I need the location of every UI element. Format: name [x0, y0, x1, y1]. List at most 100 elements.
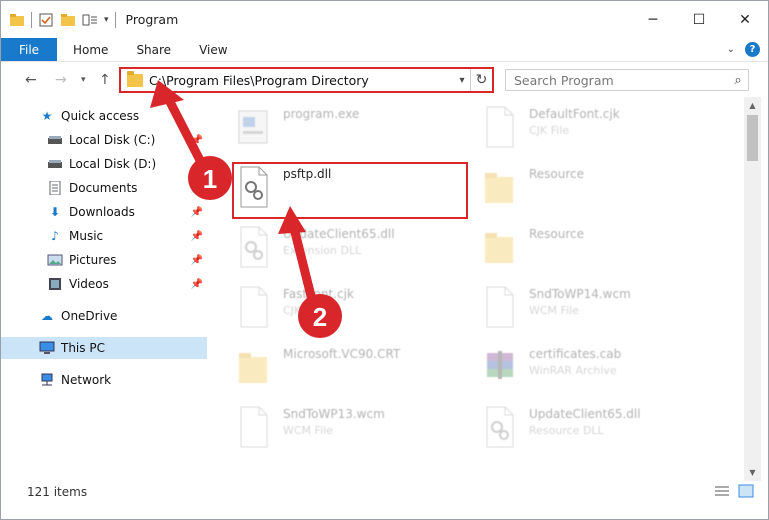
nav-label: Local Disk (D:): [69, 157, 157, 171]
nav-label: Quick access: [61, 109, 140, 123]
large-icons-view-icon[interactable]: [738, 484, 754, 498]
recent-locations-icon[interactable]: ▾: [81, 75, 86, 85]
music-icon: ♪: [51, 229, 59, 243]
file-name: FastFont.cjk: [283, 287, 354, 301]
explorer-window: ▾ Program ─ ☐ ✕ File Home Share View ⌄ ?…: [0, 0, 769, 520]
dll-file-icon: [235, 225, 271, 269]
file-type: Extension DLL: [283, 244, 362, 257]
file-type: WCM File: [529, 304, 579, 317]
title-bar: ▾ Program ─ ☐ ✕: [1, 1, 768, 38]
nav-item-this-pc[interactable]: This PC: [1, 337, 207, 359]
scroll-up-icon[interactable]: ▲: [744, 97, 761, 114]
nav-label: Videos: [69, 277, 109, 291]
details-view-icon[interactable]: [714, 484, 730, 498]
file-name: SndToWP14.wcm: [529, 287, 631, 301]
vertical-scrollbar[interactable]: ▲ ▼: [744, 97, 761, 481]
new-folder-icon[interactable]: [60, 12, 76, 28]
nav-label: Pictures: [69, 253, 117, 267]
cloud-icon: ☁: [41, 309, 53, 323]
help-icon[interactable]: ?: [745, 42, 760, 57]
nav-item-local-disk-c[interactable]: Local Disk (C:) 📌: [1, 129, 207, 151]
maximize-button[interactable]: ☐: [676, 1, 722, 38]
folder-file-icon: [235, 345, 271, 389]
nav-item-documents[interactable]: Documents 📌: [1, 177, 207, 199]
back-arrow-icon[interactable]: ←: [25, 72, 37, 88]
file-item[interactable]: UpdateClient65.dll Resource DLL: [467, 397, 707, 453]
close-button[interactable]: ✕: [722, 1, 768, 38]
expand-ribbon-icon[interactable]: ⌄: [727, 44, 735, 55]
file-type: WinRAR Archive: [529, 364, 617, 377]
ribbon-right: ⌄ ?: [727, 42, 760, 57]
forward-arrow-icon[interactable]: →: [55, 72, 67, 88]
doc-file-icon: [235, 405, 271, 449]
file-item[interactable]: SndToWP14.wcm WCM File: [467, 277, 707, 333]
nav-item-downloads[interactable]: ⬇ Downloads 📌: [1, 201, 207, 223]
nav-item-pictures[interactable]: Pictures 📌: [1, 249, 207, 271]
dll-file-icon: [481, 405, 517, 449]
pin-icon: 📌: [190, 206, 203, 218]
file-name: DefaultFont.cjk: [529, 107, 620, 121]
file-item[interactable]: certificates.cab WinRAR Archive: [467, 337, 707, 393]
tab-share[interactable]: Share: [122, 38, 185, 61]
search-box[interactable]: Search Program ⌕: [505, 69, 749, 91]
search-icon[interactable]: ⌕: [728, 73, 748, 88]
pictures-icon: [47, 254, 63, 266]
search-input[interactable]: Search Program: [506, 73, 728, 88]
file-name: program.exe: [283, 107, 360, 121]
file-item[interactable]: DefaultFont.cjk CJK File: [467, 97, 707, 153]
doc-file-icon: [481, 105, 517, 149]
pin-icon: 📌: [190, 278, 203, 290]
file-name: Resource: [529, 167, 585, 181]
address-bar[interactable]: C:\Program Files\Program Directory ▾ ↻: [119, 67, 494, 93]
up-arrow-icon[interactable]: ↑: [99, 72, 111, 88]
file-name: certificates.cab: [529, 347, 622, 361]
pin-icon: 📌: [190, 134, 203, 146]
nav-item-videos[interactable]: Videos 📌: [1, 273, 207, 295]
address-path[interactable]: C:\Program Files\Program Directory: [149, 73, 454, 88]
download-icon: ⬇: [49, 205, 61, 219]
file-item[interactable]: FastFont.cjk CJK File: [221, 277, 461, 333]
chevron-down-icon[interactable]: ▾: [104, 15, 109, 25]
file-list: program.exe DefaultFont.cjk CJK File psftp.…: [221, 97, 743, 479]
properties-icon[interactable]: [38, 12, 54, 28]
scroll-down-icon[interactable]: ▼: [744, 464, 761, 481]
pin-icon: 📌: [190, 182, 203, 194]
nav-item-network[interactable]: Network: [1, 369, 207, 391]
file-name: UpdateClient65.dll: [283, 227, 395, 241]
doc-file-icon: [481, 285, 517, 329]
status-bar: 121 items: [1, 481, 768, 503]
file-item[interactable]: UpdateClient65.dll Extension DLL: [221, 217, 461, 273]
documents-icon: [49, 181, 61, 195]
nav-item-quick-access[interactable]: ★ Quick access: [1, 105, 207, 127]
file-item[interactable]: Resource: [467, 157, 707, 213]
pin-icon: 📌: [190, 230, 203, 242]
chevron-down-icon[interactable]: ▾: [454, 75, 470, 86]
exe-file-icon: [235, 105, 271, 149]
tab-home[interactable]: Home: [57, 38, 122, 61]
address-row: ← → ▾ ↑ C:\Program Files\Program Directo…: [1, 63, 768, 97]
divider: [31, 11, 32, 28]
window-controls: ─ ☐ ✕: [630, 1, 768, 38]
file-item[interactable]: Resource: [467, 217, 707, 273]
nav-label: Downloads: [69, 205, 135, 219]
scroll-thumb[interactable]: [747, 115, 758, 161]
nav-item-local-disk-d[interactable]: Local Disk (D:): [1, 153, 207, 175]
tab-file[interactable]: File: [1, 38, 57, 61]
drive-icon: [48, 160, 62, 168]
nav-item-onedrive[interactable]: ☁ OneDrive: [1, 305, 207, 327]
tab-view[interactable]: View: [185, 38, 241, 61]
doc-file-icon: [235, 285, 271, 329]
window-title: Program: [125, 12, 179, 27]
nav-label: This PC: [61, 341, 105, 355]
file-item[interactable]: SndToWP13.wcm WCM File: [221, 397, 461, 453]
pc-icon: [39, 341, 55, 354]
file-name: SndToWP13.wcm: [283, 407, 385, 421]
nav-item-music[interactable]: ♪ Music 📌: [1, 225, 207, 247]
minimize-button[interactable]: ─: [630, 1, 676, 38]
file-type: CJK File: [529, 124, 570, 137]
file-item[interactable]: program.exe: [221, 97, 461, 153]
folder-file-icon: [481, 225, 517, 269]
refresh-icon[interactable]: ↻: [470, 69, 492, 91]
customize-icon[interactable]: [82, 12, 98, 28]
file-item[interactable]: Microsoft.VC90.CRT: [221, 337, 461, 393]
